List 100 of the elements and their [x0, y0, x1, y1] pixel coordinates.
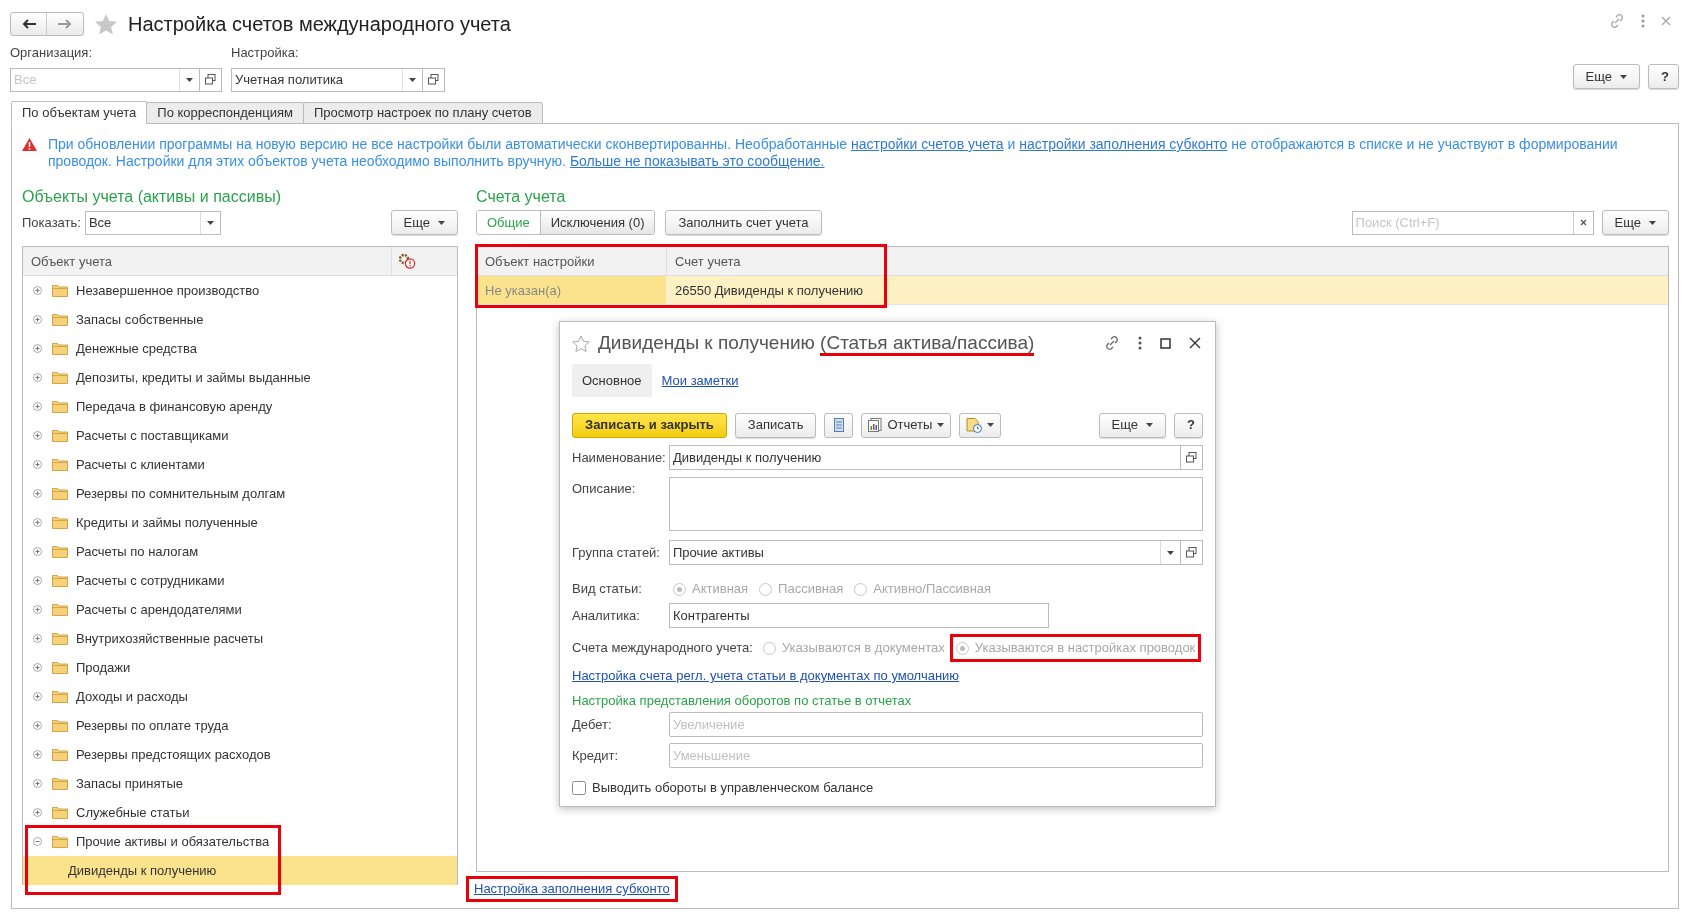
- expand-icon[interactable]: [33, 373, 42, 382]
- tree-row[interactable]: Кредиты и займы полученные: [23, 508, 457, 537]
- maximize-icon[interactable]: [1160, 337, 1171, 349]
- expand-icon[interactable]: [33, 634, 42, 643]
- tree-row[interactable]: Резервы по сомнительным долгам: [23, 479, 457, 508]
- open-window-icon: [1186, 547, 1197, 558]
- expand-icon[interactable]: [33, 431, 42, 440]
- folder-icon: [52, 516, 68, 529]
- folder-icon: [52, 719, 68, 732]
- segment-tab[interactable]: Исключения (0): [539, 211, 655, 234]
- open-window-icon: [205, 74, 216, 85]
- expand-icon[interactable]: [33, 315, 42, 324]
- tree-row[interactable]: Запасы принятые: [23, 769, 457, 798]
- folder-icon: [52, 661, 68, 674]
- tree-row[interactable]: Резервы по оплате труда: [23, 711, 457, 740]
- text-field[interactable]: Увеличение: [669, 712, 1203, 737]
- more-button[interactable]: Еще: [1601, 210, 1669, 235]
- tab[interactable]: Мои заметки: [651, 364, 749, 397]
- tree-item-label: Расчеты с сотрудниками: [76, 571, 225, 590]
- text-field[interactable]: Контрагенты: [669, 603, 1049, 628]
- settings-link[interactable]: Настройка счета регл. учета статьи в документах по умолчанию: [572, 666, 960, 686]
- folder-icon: [52, 632, 68, 645]
- list-button[interactable]: [824, 412, 854, 438]
- expand-icon[interactable]: [33, 286, 42, 295]
- reports-button[interactable]: Отчеты: [861, 412, 952, 438]
- tree-row[interactable]: Расчеты с арендодателями: [23, 595, 457, 624]
- tree-row[interactable]: Передача в финансовую аренду: [23, 392, 457, 421]
- tree-item-label: Запасы принятые: [76, 774, 184, 793]
- close-icon[interactable]: [1189, 337, 1201, 349]
- tree-row[interactable]: Запасы собственные: [23, 305, 457, 334]
- expand-icon[interactable]: [33, 663, 42, 672]
- dropdown-field[interactable]: Все: [84, 210, 221, 235]
- expand-icon[interactable]: [33, 692, 42, 701]
- tree-row[interactable]: Расчеты с сотрудниками: [23, 566, 457, 595]
- dialog-title: Дивиденды к получению (Статья актива/пассива): [598, 328, 1035, 358]
- more-button[interactable]: Еще: [1572, 64, 1640, 89]
- tree-row[interactable]: Расчеты по налогам: [23, 537, 457, 566]
- navigation-button-group[interactable]: [10, 12, 84, 36]
- tree-row[interactable]: Незавершенное производство: [23, 276, 457, 305]
- folder-icon: [52, 835, 68, 848]
- fill-button[interactable]: Заполнить счет учета: [665, 210, 822, 235]
- subconto-settings-link[interactable]: Настройка заполнения субконто: [468, 878, 676, 900]
- help-button[interactable]: ?: [1174, 412, 1203, 438]
- tree-row[interactable]: Дивиденды к получению: [23, 856, 457, 885]
- tree-item-label: Расчеты с арендодателями: [76, 600, 242, 619]
- expand-icon[interactable]: [33, 750, 42, 759]
- tree-row[interactable]: Прочие активы и обязательства: [23, 827, 457, 856]
- tab[interactable]: Основное: [572, 364, 652, 397]
- expand-icon[interactable]: [33, 402, 42, 411]
- tree-row[interactable]: Депозиты, кредиты и займы выданные: [23, 363, 457, 392]
- expand-icon[interactable]: [33, 605, 42, 614]
- expand-icon[interactable]: [33, 808, 42, 817]
- folder-icon: [52, 458, 68, 471]
- tab[interactable]: По объектам учета: [11, 101, 148, 124]
- warning-link[interactable]: настройки заполнения субконто: [1019, 136, 1228, 152]
- tree-item-label: Служебные статьи: [76, 803, 190, 822]
- folder-icon: [52, 748, 68, 761]
- expand-icon[interactable]: [33, 460, 42, 469]
- text-field[interactable]: Уменьшение: [669, 743, 1203, 768]
- collapse-icon[interactable]: [33, 837, 42, 846]
- field-label: Описание:: [572, 480, 637, 498]
- caret-icon: [1649, 220, 1656, 225]
- more-button[interactable]: Еще: [1098, 412, 1166, 438]
- field-label: Наименование:: [572, 448, 667, 467]
- tree-row[interactable]: Служебные статьи: [23, 798, 457, 827]
- warning-link[interactable]: Больше не показывать это сообщение.: [569, 153, 825, 169]
- tree-row[interactable]: Продажи: [23, 653, 457, 682]
- dropdown-field[interactable]: Учетная политика: [231, 67, 445, 92]
- save-button[interactable]: Записать: [734, 412, 817, 438]
- folder-icon: [52, 487, 68, 500]
- tree-row[interactable]: Внутрихозяйственные расчеты: [23, 624, 457, 653]
- table-row[interactable]: Не указан(а) 26550 Дивиденды к получению: [477, 276, 1668, 305]
- open-window-icon: [428, 74, 439, 85]
- expand-icon[interactable]: [33, 721, 42, 730]
- tree-row[interactable]: Резервы предстоящих расходов: [23, 740, 457, 769]
- tree-row[interactable]: Расчеты с клиентами: [23, 450, 457, 479]
- tab[interactable]: По корреспонденциям: [146, 102, 304, 124]
- tab[interactable]: Просмотр настроек по плану счетов: [302, 102, 543, 124]
- expand-icon[interactable]: [33, 344, 42, 353]
- expand-icon[interactable]: [33, 518, 42, 527]
- help-button[interactable]: ?: [1648, 64, 1679, 89]
- star-icon[interactable]: [572, 334, 590, 352]
- link-icon[interactable]: [1104, 335, 1120, 351]
- warning-link[interactable]: настройки счетов учета: [851, 136, 1004, 152]
- tree-row[interactable]: Денежные средства: [23, 334, 457, 363]
- expand-icon[interactable]: [33, 576, 42, 585]
- more-button[interactable]: Еще: [390, 210, 458, 235]
- save-and-close-button[interactable]: Записать и закрыть: [572, 412, 727, 438]
- dropdown-field[interactable]: Прочие активы: [669, 540, 1203, 565]
- tree-item-label: Резервы по сомнительным долгам: [76, 484, 286, 503]
- star-icon[interactable]: [95, 13, 117, 35]
- expand-icon[interactable]: [33, 547, 42, 556]
- more-options-icon[interactable]: [1138, 336, 1142, 350]
- expand-icon[interactable]: [33, 489, 42, 498]
- tree-row[interactable]: Доходы и расходы: [23, 682, 457, 711]
- actions-button[interactable]: [959, 412, 1002, 438]
- tree-row[interactable]: Расчеты с поставщиками: [23, 421, 457, 450]
- checkbox[interactable]: [572, 781, 586, 795]
- expand-icon[interactable]: [33, 779, 42, 788]
- text-field[interactable]: Дивиденды к получению: [669, 445, 1203, 470]
